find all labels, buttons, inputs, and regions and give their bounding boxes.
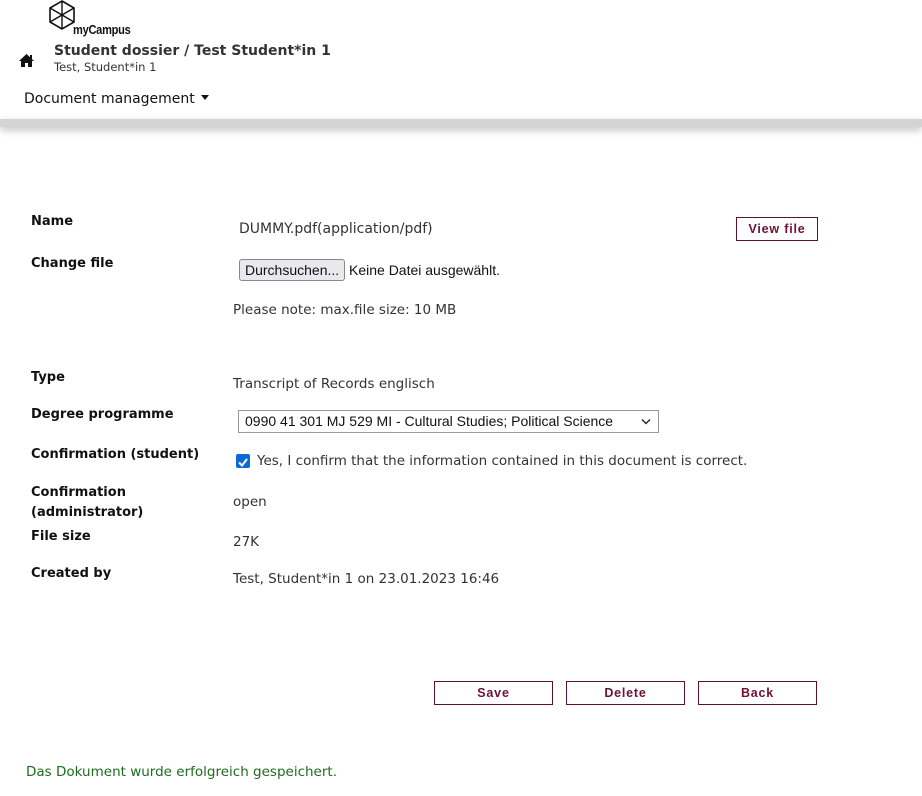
confirmation-student-label: Confirmation (student) [31, 447, 200, 462]
header-divider [0, 119, 922, 127]
caret-down-icon [200, 94, 209, 100]
confirmation-admin-value: open [233, 494, 267, 510]
page-header: myCampus Student dossier / Test Student*… [0, 0, 922, 119]
confirmation-admin-label-line2: (administrator) [31, 505, 144, 520]
type-value: Transcript of Records englisch [233, 376, 435, 392]
degree-programme-selected: 0990 41 301 MJ 529 MI - Cultural Studies… [245, 413, 614, 429]
created-by-label: Created by [31, 566, 112, 581]
chevron-down-icon [641, 419, 651, 425]
save-button[interactable]: Save [434, 681, 553, 705]
browse-file-button[interactable]: Durchsuchen... [239, 259, 346, 281]
checkmark-icon [238, 458, 248, 468]
degree-programme-label: Degree programme [31, 407, 174, 422]
max-size-note: Please note: max.file size: 10 MB [233, 302, 457, 318]
confirmation-student-checkbox[interactable] [236, 454, 250, 468]
file-size-value: 27K [233, 534, 260, 550]
confirmation-student-text: Yes, I confirm that the information cont… [257, 453, 748, 469]
document-management-menu[interactable]: Document management [24, 91, 209, 107]
logo-cube-icon [49, 0, 75, 30]
name-label: Name [31, 214, 74, 229]
confirmation-admin-label-line1: Confirmation [31, 485, 126, 500]
page-title: Student dossier / Test Student*in 1 [54, 43, 331, 59]
page-subtitle: Test, Student*in 1 [54, 60, 157, 74]
degree-programme-select[interactable]: 0990 41 301 MJ 529 MI - Cultural Studies… [238, 410, 659, 433]
home-icon[interactable] [18, 53, 35, 68]
created-by-value: Test, Student*in 1 on 23.01.2023 16:46 [233, 571, 500, 587]
logo-text: myCampus [73, 22, 131, 37]
view-file-button[interactable]: View file [736, 217, 818, 241]
no-file-text: Keine Datei ausgewählt. [349, 262, 500, 278]
file-size-label: File size [31, 529, 91, 544]
delete-button[interactable]: Delete [566, 681, 685, 705]
success-message: Das Dokument wurde erfolgreich gespeiche… [26, 764, 338, 780]
menu-label: Document management [24, 91, 195, 107]
back-button[interactable]: Back [698, 681, 817, 705]
mycampus-logo[interactable]: myCampus [48, 0, 138, 40]
type-label: Type [31, 370, 65, 385]
confirmation-admin-label: Confirmation (administrator) [31, 483, 143, 523]
change-file-label: Change file [31, 256, 114, 271]
name-value: DUMMY.pdf(application/pdf) [239, 221, 433, 237]
